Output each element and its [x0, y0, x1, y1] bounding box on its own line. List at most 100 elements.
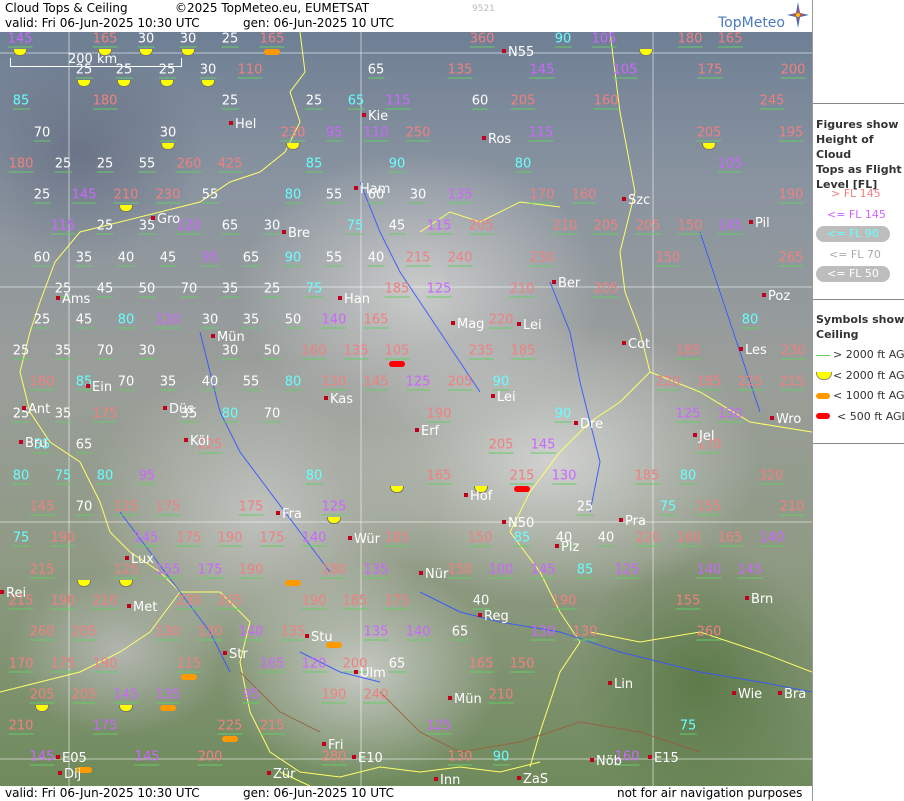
- city-marker-icon: [354, 186, 358, 190]
- flight-level-figure: 45: [388, 218, 406, 235]
- city-marker-icon: [770, 416, 774, 420]
- flight-level-figure: 150: [467, 530, 493, 547]
- flight-level-figure: 55: [138, 156, 156, 173]
- flight-level-figure: 40: [597, 530, 615, 547]
- flight-level-figure: 35: [221, 281, 239, 298]
- city-label: Poz: [762, 289, 790, 304]
- flight-level-figure: 130: [447, 749, 473, 766]
- flight-level-figure: 265: [778, 250, 804, 267]
- flight-level-figure: 230: [529, 250, 555, 267]
- flight-level-figure: 25: [576, 499, 594, 516]
- city-marker-icon: [448, 696, 452, 700]
- flight-level-figure: 25: [33, 187, 51, 204]
- flight-level-figure: 205: [593, 281, 619, 298]
- flight-level-figure: 145: [133, 530, 159, 547]
- legend-red-bar-icon: [816, 413, 830, 419]
- flight-level-figure: 175: [92, 718, 118, 735]
- flight-level-figure: 80: [284, 187, 302, 204]
- flight-level-figure: 125: [426, 281, 452, 298]
- city-label: Lux: [125, 552, 154, 567]
- city-label: Lei: [517, 318, 542, 333]
- city-marker-icon: [693, 433, 697, 437]
- frame-id: 9521: [472, 4, 495, 14]
- city-label: E15: [648, 751, 679, 766]
- flight-level-figure: 30: [263, 218, 281, 235]
- city-marker-icon: [491, 394, 495, 398]
- legend-fl-high: > FL 145: [831, 187, 881, 200]
- city-marker-icon: [56, 296, 60, 300]
- city-marker-icon: [163, 406, 167, 410]
- footer-valid-time: valid: Fri 06-Jun-2025 10:30 UTC: [5, 786, 200, 800]
- flight-level-figure: 165: [363, 312, 389, 329]
- city-label: Ulm: [354, 666, 386, 681]
- city-label: Ams: [56, 292, 90, 307]
- flight-level-figure: 25: [221, 32, 239, 48]
- city-label: Jel: [693, 429, 714, 444]
- city-label: Rei: [0, 586, 26, 601]
- city-label: Gro: [151, 212, 180, 227]
- legend-separator: [813, 103, 904, 104]
- city-marker-icon: [86, 384, 90, 388]
- city-marker-icon: [778, 691, 782, 695]
- ceiling-below-1000-icon: [160, 705, 176, 711]
- city-marker-icon: [574, 421, 578, 425]
- flight-level-figure: 175: [238, 499, 264, 516]
- city-label: N55: [502, 45, 534, 60]
- flight-level-figure: 175: [176, 530, 202, 547]
- flight-level-figure: 70: [263, 406, 281, 423]
- flight-level-figure: 210: [8, 718, 34, 735]
- city-label: Kie: [362, 109, 388, 124]
- flight-level-figure: 190: [238, 562, 264, 579]
- city-marker-icon: [739, 347, 743, 351]
- satellite-map[interactable]: 200 km 145 165 30 30 25 165 360 90 105 180 165 25 25…: [0, 32, 812, 786]
- flight-level-figure: 130: [321, 374, 347, 391]
- flight-level-figure: 80: [514, 156, 532, 173]
- flight-level-figure: 225: [737, 374, 763, 391]
- city-label: Ros: [482, 132, 511, 147]
- city-marker-icon: [552, 280, 556, 284]
- flight-level-figure: 185: [342, 593, 368, 610]
- flight-level-figure: 205: [71, 687, 97, 704]
- flight-level-figure: 130: [551, 468, 577, 485]
- flight-level-figure: 260: [696, 624, 722, 641]
- flight-level-figure: 205: [593, 218, 619, 235]
- flight-level-figure: 150: [677, 218, 703, 235]
- flight-level-figure: 135: [447, 62, 473, 79]
- footer: valid: Fri 06-Jun-2025 10:30 UTC gen: 06…: [0, 786, 812, 801]
- flight-level-figure: 30: [159, 125, 177, 142]
- flight-level-figure: 235: [468, 343, 494, 360]
- flight-level-figure: 360: [469, 32, 495, 48]
- flight-level-figure: 70: [117, 374, 135, 391]
- flight-level-figure: 215: [29, 562, 55, 579]
- flight-level-figure: 75: [346, 218, 364, 235]
- flight-level-figure: 50: [284, 312, 302, 329]
- flight-level-figure: 165: [92, 32, 118, 48]
- flight-level-figure: 25: [12, 406, 30, 423]
- flight-level-figure: 45: [75, 312, 93, 329]
- ceiling-title-line: Symbols show: [816, 313, 904, 326]
- city-label: Stu: [305, 630, 333, 645]
- city-marker-icon: [211, 334, 215, 338]
- legend-ceil-2000-plus: > 2000 ft AGL: [833, 348, 904, 361]
- flight-level-figure: 220: [655, 374, 681, 391]
- flight-level-figure: 145: [530, 562, 556, 579]
- flight-level-figure: 205: [696, 125, 722, 142]
- flight-level-figure: 165: [426, 468, 452, 485]
- city-marker-icon: [125, 556, 129, 560]
- footer-gen-time: gen: 06-Jun-2025 10 UTC: [243, 786, 395, 800]
- flight-level-figure: 205: [447, 374, 473, 391]
- flight-level-figure: 155: [696, 499, 722, 516]
- city-label: Lei: [491, 390, 516, 405]
- flight-level-figure: 140: [301, 530, 327, 547]
- header: Cloud Tops & Ceiling ©2025 TopMeteo.eu, …: [0, 0, 812, 32]
- flight-level-figure: 175: [697, 62, 723, 79]
- city-marker-icon: [434, 777, 438, 781]
- flight-level-figure: 185: [510, 343, 536, 360]
- flight-level-figure: 190: [321, 687, 347, 704]
- city-marker-icon: [322, 742, 326, 746]
- flight-level-figure: 25: [221, 93, 239, 110]
- flight-level-figure: 250: [405, 125, 431, 142]
- flight-level-figure: 95: [201, 250, 219, 267]
- tops-title-line: Figures show: [816, 118, 899, 131]
- flight-level-figure: 65: [451, 624, 469, 641]
